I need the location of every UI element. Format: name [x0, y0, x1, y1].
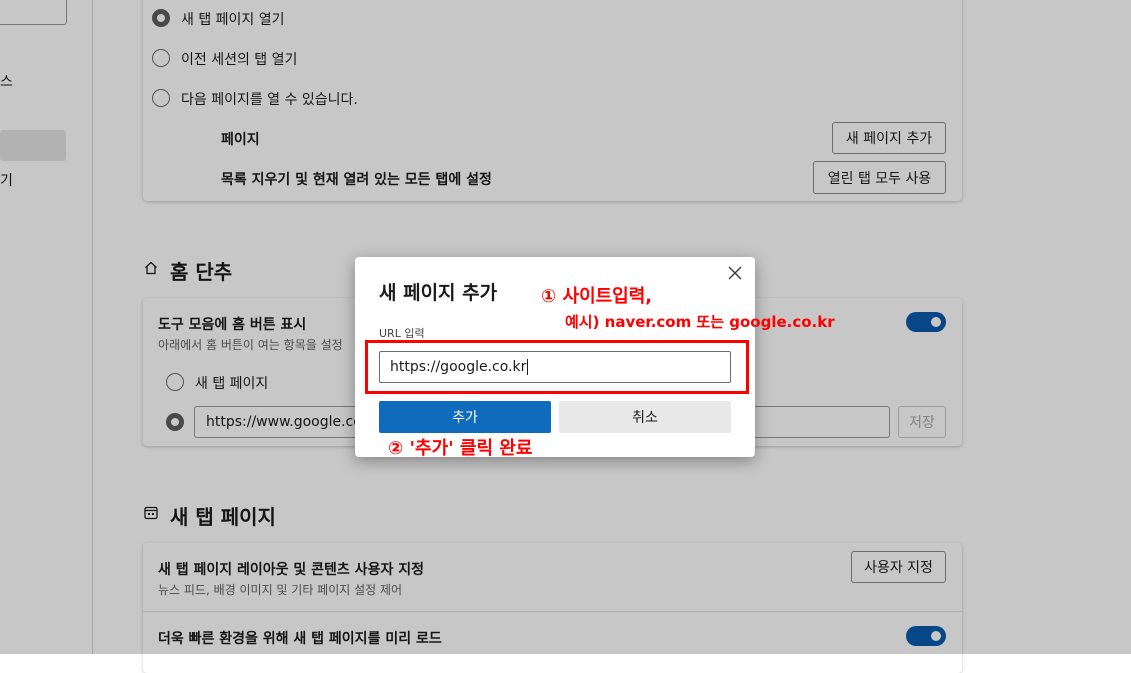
url-label: URL 입력	[379, 327, 425, 340]
cancel-button[interactable]: 취소	[559, 401, 731, 433]
annotation-step2: ② '추가' 클릭 완료	[388, 438, 533, 459]
annotation-highlight-box	[365, 340, 749, 394]
annotation-example: 예시) naver.com 또는 google.co.kr	[565, 313, 835, 331]
close-icon[interactable]	[727, 266, 743, 282]
add-button[interactable]: 추가	[379, 401, 551, 433]
annotation-step1: ① 사이트입력,	[541, 286, 653, 307]
dialog-title: 새 페이지 추가	[379, 282, 498, 304]
